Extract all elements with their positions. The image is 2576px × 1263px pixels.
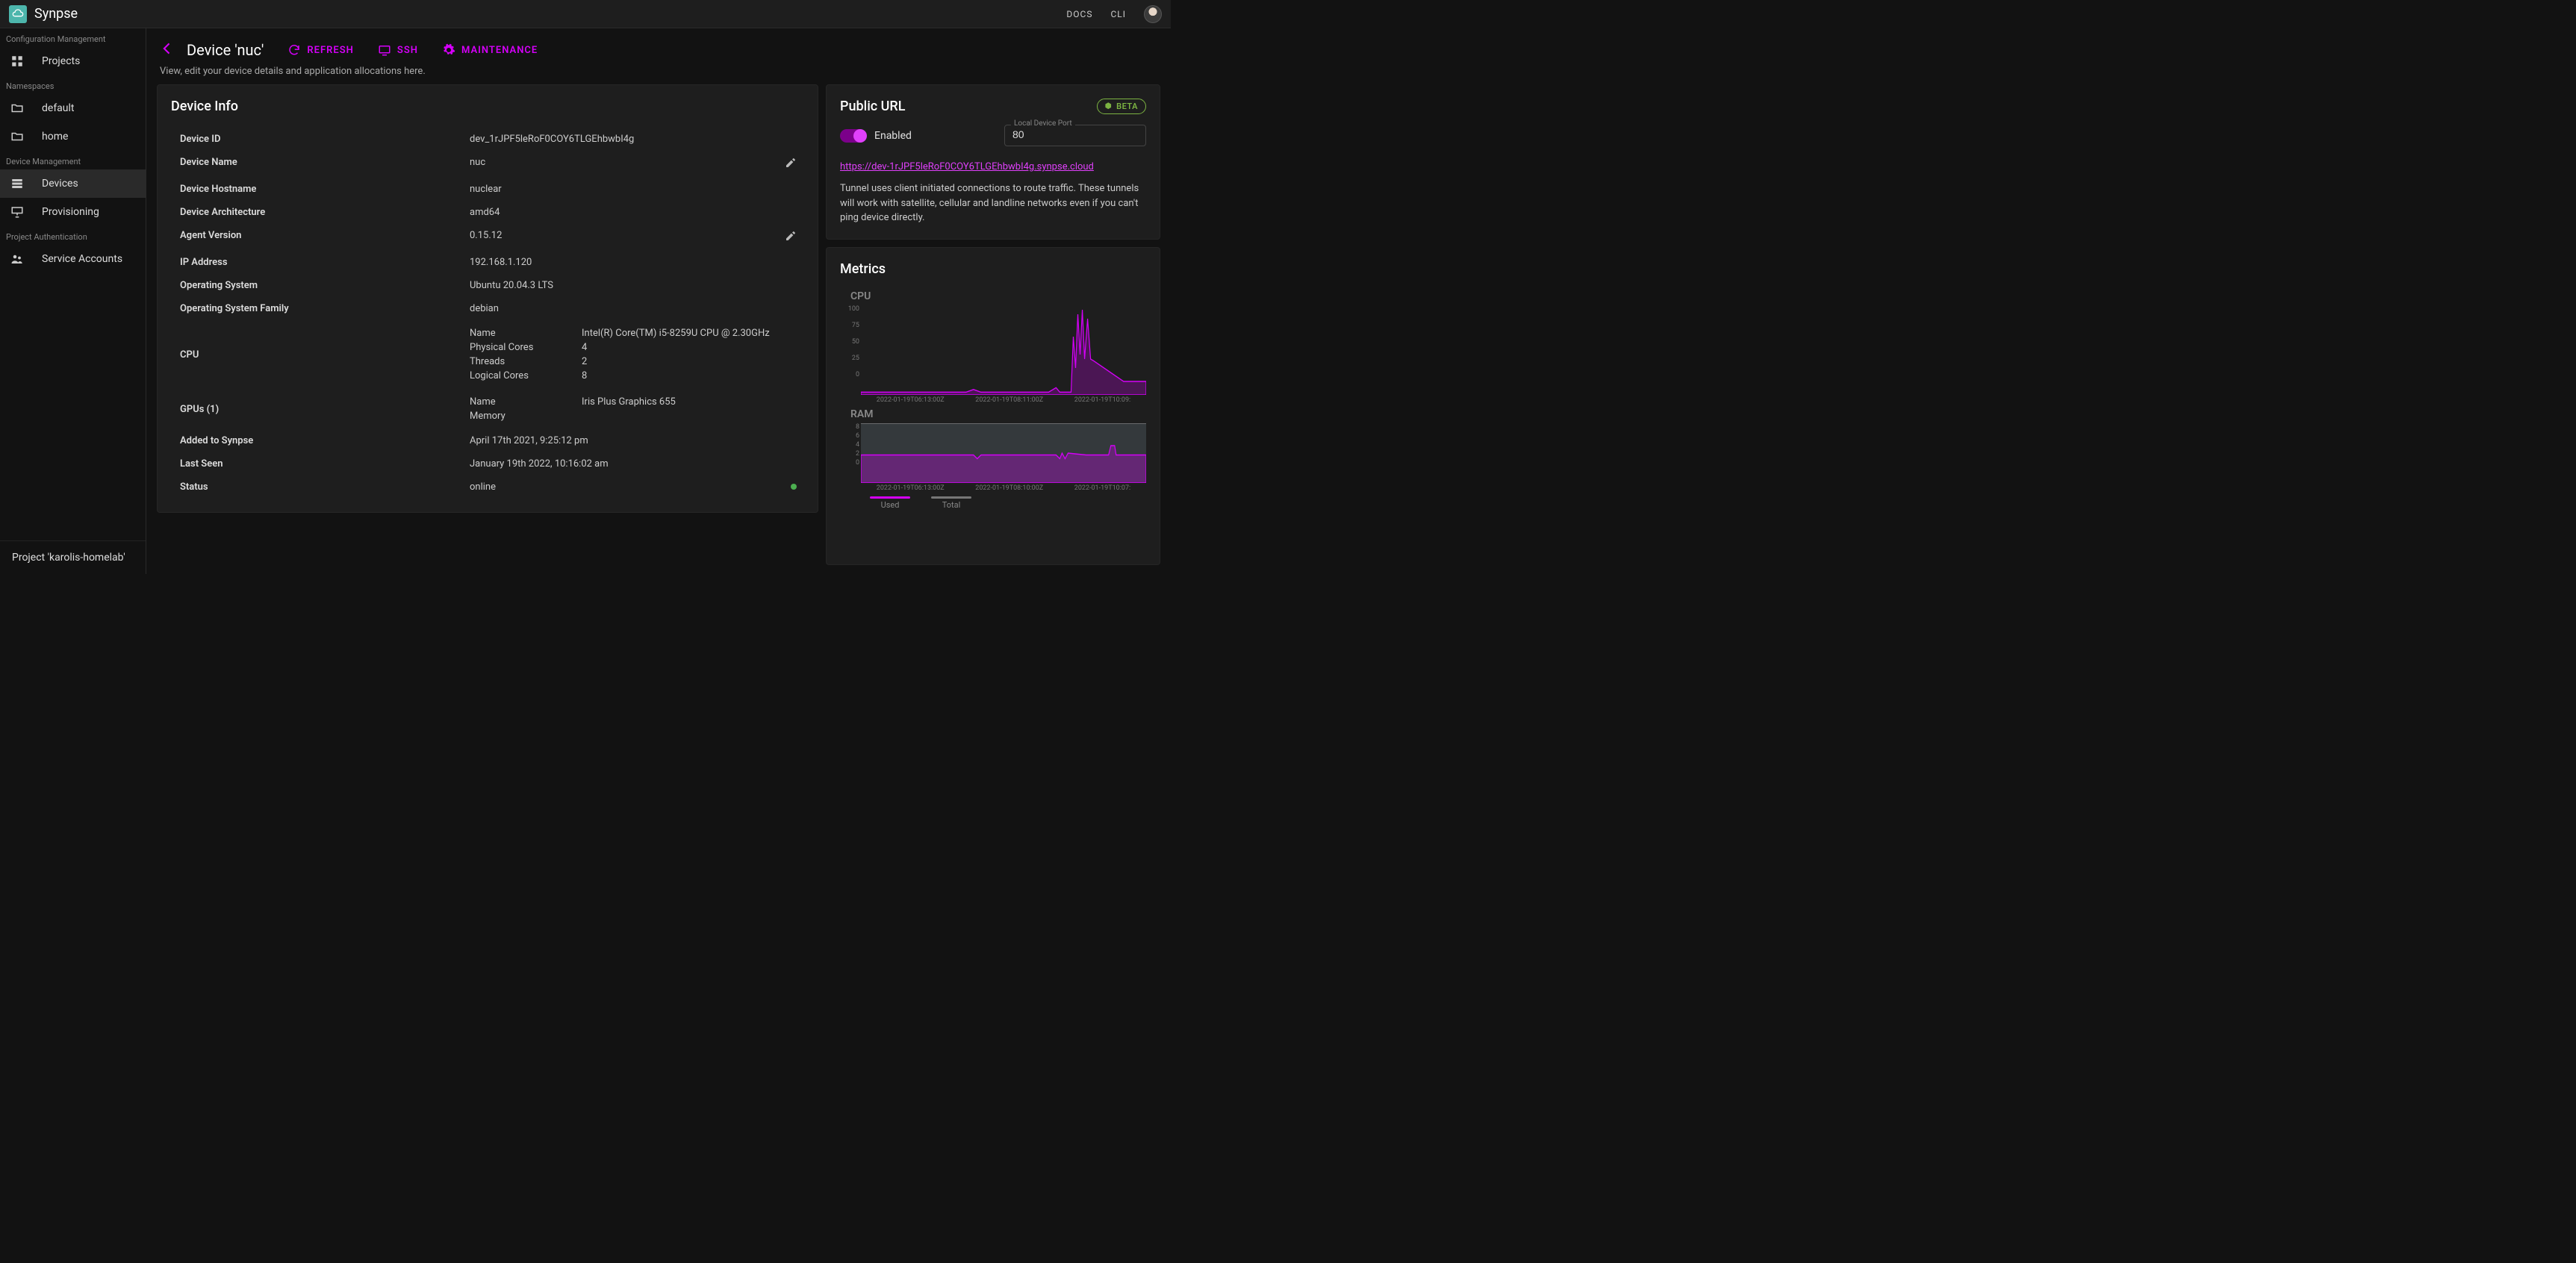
sidebar-item-ns-home[interactable]: home <box>0 122 146 151</box>
action-label: REFRESH <box>307 45 353 56</box>
status-dot-icon <box>791 484 797 490</box>
enabled-label: Enabled <box>874 130 912 142</box>
port-field[interactable]: Local Device Port <box>1004 125 1146 146</box>
row-os-family: Operating System Family debian <box>171 297 804 320</box>
cpu-chart-label: CPU <box>850 290 1146 302</box>
brand-name: Synpse <box>34 6 78 22</box>
sidebar-item-projects[interactable]: Projects <box>0 47 146 75</box>
sidebar-item-devices[interactable]: Devices <box>0 169 146 198</box>
brand-logo <box>9 5 27 23</box>
row-cpu: CPU NameIntel(R) Core(TM) i5-8259U CPU @… <box>171 320 804 389</box>
sidebar-item-service-accounts[interactable]: Service Accounts <box>0 245 146 273</box>
sidebar-item-label: Projects <box>42 55 80 67</box>
provisioning-icon <box>10 205 24 219</box>
page-title: Device 'nuc' <box>187 41 264 59</box>
row-hostname: Device Hostname nuclear <box>171 178 804 201</box>
row-added: Added to Synpse April 17th 2021, 9:25:12… <box>171 429 804 452</box>
device-info-title: Device Info <box>171 99 804 114</box>
row-last-seen: Last Seen January 19th 2022, 10:16:02 am <box>171 452 804 475</box>
ram-chart-label: RAM <box>850 408 1146 420</box>
ram-x-axis: 2022-01-19T06:13:00Z 2022-01-19T08:10:00… <box>861 484 1146 492</box>
row-device-name: Device Name nuc <box>171 151 804 178</box>
port-input[interactable] <box>1012 128 1138 140</box>
sidebar-item-provisioning[interactable]: Provisioning <box>0 198 146 226</box>
public-url-link[interactable]: https://dev-1rJPF5leRoF0COY6TLGEhbwbI4g.… <box>840 161 1094 172</box>
nav-docs[interactable]: DOCS <box>1066 9 1092 19</box>
cpu-x-axis: 2022-01-19T06:13:00Z 2022-01-19T08:11:00… <box>861 396 1146 404</box>
metrics-card: Metrics CPU 1007550250 2022-01-19T06:13:… <box>826 247 1160 566</box>
row-status: Status online <box>171 475 804 499</box>
sb-section-device-mgmt: Device Management <box>0 151 146 169</box>
tunnel-description: Tunnel uses client initiated connections… <box>840 181 1146 225</box>
metrics-title: Metrics <box>840 261 1146 277</box>
edit-icon[interactable] <box>785 230 797 242</box>
sb-section-config: Configuration Management <box>0 28 146 47</box>
public-url-title: Public URL <box>840 99 906 114</box>
sidebar-item-ns-default[interactable]: default <box>0 94 146 122</box>
app-header: Synpse DOCS CLI <box>0 0 1171 28</box>
sidebar-item-label: home <box>42 131 68 143</box>
people-icon <box>10 252 24 266</box>
row-arch: Device Architecture amd64 <box>171 201 804 224</box>
row-os: Operating System Ubuntu 20.04.3 LTS <box>171 274 804 297</box>
nav-cli[interactable]: CLI <box>1110 9 1126 19</box>
folder-icon <box>10 102 24 115</box>
row-device-id: Device ID dev_1rJPF5leRoF0COY6TLGEhbwbI4… <box>171 128 804 151</box>
folder-icon <box>10 130 24 143</box>
back-arrow-icon[interactable] <box>160 41 175 59</box>
refresh-button[interactable]: REFRESH <box>281 40 359 60</box>
devices-icon <box>10 177 24 190</box>
sidebar-footer-project: Project 'karolis-homelab' <box>0 540 146 574</box>
beta-badge: BETA <box>1097 99 1146 114</box>
port-label: Local Device Port <box>1011 119 1075 128</box>
sidebar-item-label: Provisioning <box>42 206 99 218</box>
row-gpus: GPUs (1) NameIris Plus Graphics 655 Memo… <box>171 389 804 429</box>
ram-legend: Used Total <box>870 496 1146 510</box>
public-url-card: Public URL BETA Enabled Local Device Por… <box>826 84 1160 240</box>
sb-section-auth: Project Authentication <box>0 226 146 245</box>
sidebar-item-label: Service Accounts <box>42 253 122 265</box>
action-label: SSH <box>397 45 418 56</box>
device-info-card: Device Info Device ID dev_1rJPF5leRoF0CO… <box>157 84 818 513</box>
ssh-button[interactable]: SSH <box>372 40 424 60</box>
sb-section-namespaces: Namespaces <box>0 75 146 94</box>
user-avatar[interactable] <box>1144 5 1162 23</box>
action-label: MAINTENANCE <box>461 45 538 56</box>
row-ip: IP Address 192.168.1.120 <box>171 251 804 274</box>
page-subtitle: View, edit your device details and appli… <box>157 64 1160 84</box>
row-agent-version: Agent Version 0.15.12 <box>171 224 804 251</box>
ram-chart: 86420 <box>840 423 1146 483</box>
enabled-toggle[interactable] <box>840 129 865 143</box>
edit-icon[interactable] <box>785 157 797 169</box>
sidebar-item-label: Devices <box>42 178 78 190</box>
cpu-chart: 1007550250 <box>840 305 1146 395</box>
sidebar-item-label: default <box>42 102 75 114</box>
projects-icon <box>10 54 24 68</box>
maintenance-button[interactable]: MAINTENANCE <box>436 40 544 60</box>
main-content: Device 'nuc' REFRESH SSH MAINTENANCE Vie… <box>146 28 1171 574</box>
sidebar: Configuration Management Projects Namesp… <box>0 28 146 574</box>
